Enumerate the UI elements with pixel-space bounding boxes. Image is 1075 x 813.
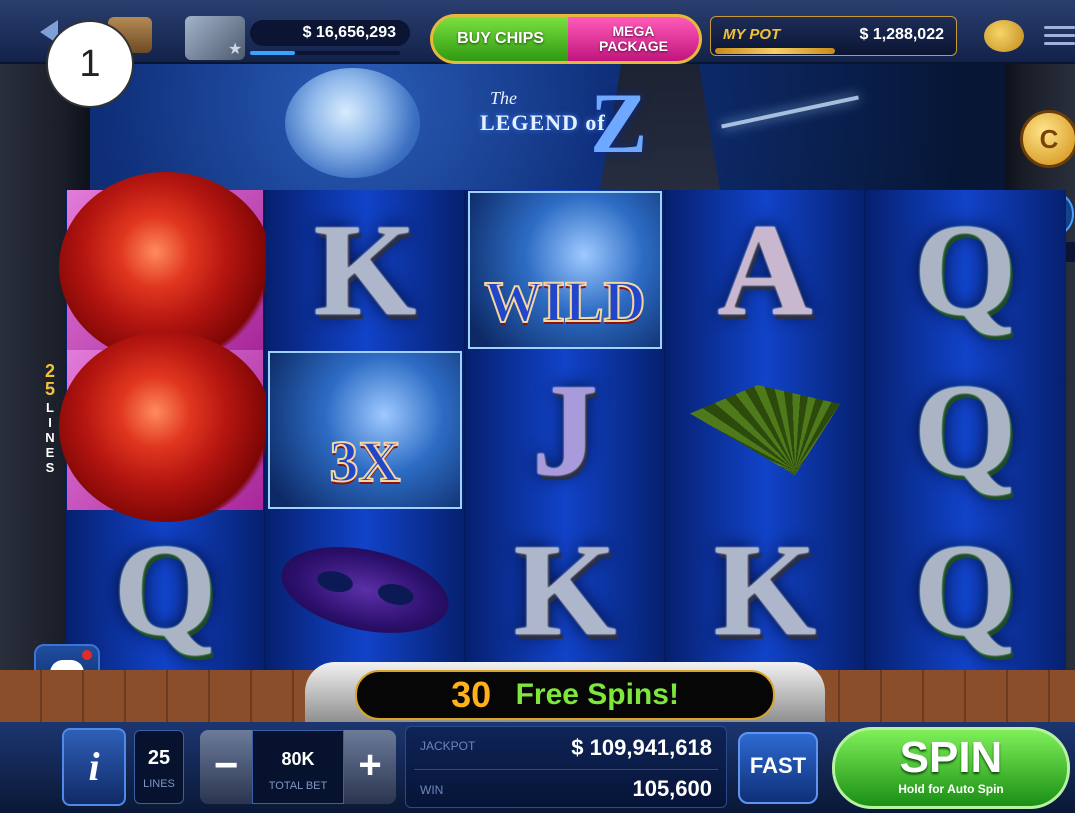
lines-display: 25 LINES (134, 730, 184, 804)
total-bet-value: 80K (281, 749, 315, 769)
paylines-letter: S (45, 460, 55, 475)
increase-bet-button[interactable]: + (344, 730, 396, 804)
menu-icon[interactable] (1044, 26, 1075, 46)
paylines-word: L I N E S (44, 400, 56, 475)
paylines-letter: N (45, 430, 55, 445)
paylines-digit: 2 (44, 361, 55, 381)
reel-cell: J (466, 350, 664, 510)
paylines-letter: L (46, 400, 54, 415)
top-bar: ★ $ 16,656,293 BUY CHIPS MEGA PACKAGE MY… (0, 0, 1075, 64)
reel-cell: K (266, 190, 464, 350)
j-symbol: J (532, 356, 598, 503)
reels-area[interactable]: Q K 3X WILD J K A K Q Q Q (59, 172, 1066, 670)
my-pot-label: MY POT (723, 26, 781, 43)
q-symbol: Q (913, 516, 1017, 663)
free-spins-count: 30 (451, 674, 492, 715)
paylines-letter: E (45, 445, 55, 460)
lines-value: 25 (147, 747, 171, 769)
rose-symbol (59, 332, 273, 522)
reel-cell: A (666, 190, 864, 350)
free-spins-banner: 30 Free Spins! (305, 662, 825, 724)
my-pot-panel[interactable]: MY POT $ 1,288,022 (710, 16, 957, 56)
jackpot-value: $ 109,941,618 (571, 735, 712, 760)
win-label: WIN (420, 783, 444, 797)
jackpot-win-panel: JACKPOT $ 109,941,618 WIN 105,600 (405, 726, 727, 808)
reel-cell: Q (866, 510, 1064, 670)
lightning (721, 95, 859, 129)
paylines-indicator: 2 5 (42, 362, 58, 398)
reel-4: A K (666, 190, 866, 670)
reel-cell: K (466, 510, 664, 670)
xp-progress-bar (250, 51, 400, 55)
logo-the: The (490, 88, 517, 108)
multiplier-text: 3X (329, 428, 402, 495)
reel-cell: WILD (466, 190, 664, 350)
mask-eye (315, 568, 355, 596)
spin-button[interactable]: SPIN Hold for Auto Spin (832, 727, 1070, 809)
reel-cell (666, 350, 864, 510)
reel-2: K 3X (266, 190, 466, 670)
reel-cell (266, 510, 464, 670)
decrease-bet-button[interactable]: − (200, 730, 252, 804)
reel-cell: Q (866, 190, 1064, 350)
rose-icon (59, 332, 273, 522)
lines-label: LINES (143, 778, 175, 790)
paylines-digit: 5 (44, 379, 55, 399)
total-bet-label: TOTAL BET (268, 780, 328, 792)
my-pot-value: $ 1,288,022 (859, 26, 944, 43)
q-symbol: Q (913, 356, 1017, 503)
jackpot-label: JACKPOT (420, 739, 476, 753)
mega-package-line1: MEGA (612, 23, 655, 39)
divider (414, 769, 718, 770)
reel-3: WILD J K (466, 190, 666, 670)
reel-cell (59, 332, 273, 522)
rose-symbol (59, 172, 273, 362)
auto-spin-hint: Hold for Auto Spin (898, 782, 1004, 796)
reel-cell: K (666, 510, 864, 670)
spin-label: SPIN (899, 733, 1003, 782)
k-symbol: K (713, 516, 817, 663)
free-spins-label: Free Spins! (515, 678, 679, 711)
fast-button[interactable]: FAST (738, 732, 818, 804)
moon (285, 68, 420, 178)
xp-progress-fill (250, 51, 295, 55)
buy-chips-button[interactable]: BUY CHIPS (430, 14, 568, 64)
fan-icon (690, 375, 840, 485)
a-symbol: A (717, 196, 813, 343)
reel-1: Q (59, 172, 273, 670)
coin-icon[interactable]: C (1020, 110, 1075, 168)
step-number-badge: 1 (46, 20, 134, 108)
star-icon: ★ (228, 41, 243, 58)
notification-dot (82, 650, 92, 660)
wild-text: WILD (483, 268, 646, 335)
coins-strip (715, 48, 835, 54)
paylines-letter: I (48, 415, 52, 430)
multiplier-tile: 3X (268, 351, 462, 509)
game-logo: Z The LEGEND of (470, 80, 660, 172)
q-symbol: Q (113, 516, 217, 663)
logo-legend: LEGEND of (480, 110, 606, 135)
reel-cell (59, 172, 273, 362)
fan-shape (690, 385, 840, 476)
piggy-bank-icon[interactable] (984, 20, 1024, 52)
reel-cell: 3X (266, 350, 464, 510)
info-button[interactable]: i (62, 728, 126, 806)
chip-balance: $ 16,656,293 (250, 20, 410, 46)
win-value: 105,600 (632, 776, 712, 801)
mask-icon (273, 533, 457, 647)
k-symbol: K (313, 196, 417, 343)
mega-package-button[interactable]: MEGA PACKAGE (568, 14, 702, 64)
free-spins-display: 30 Free Spins! (355, 670, 775, 720)
mask-eye (376, 580, 416, 609)
q-symbol: Q (913, 196, 1017, 343)
reel-5: Q Q Q (866, 190, 1066, 670)
reel-cell: Q (866, 350, 1064, 510)
total-bet-display: 80K TOTAL BET (252, 730, 344, 804)
mega-package-line2: PACKAGE (599, 38, 668, 54)
wild-tile: WILD (468, 191, 662, 349)
k-symbol: K (513, 516, 617, 663)
